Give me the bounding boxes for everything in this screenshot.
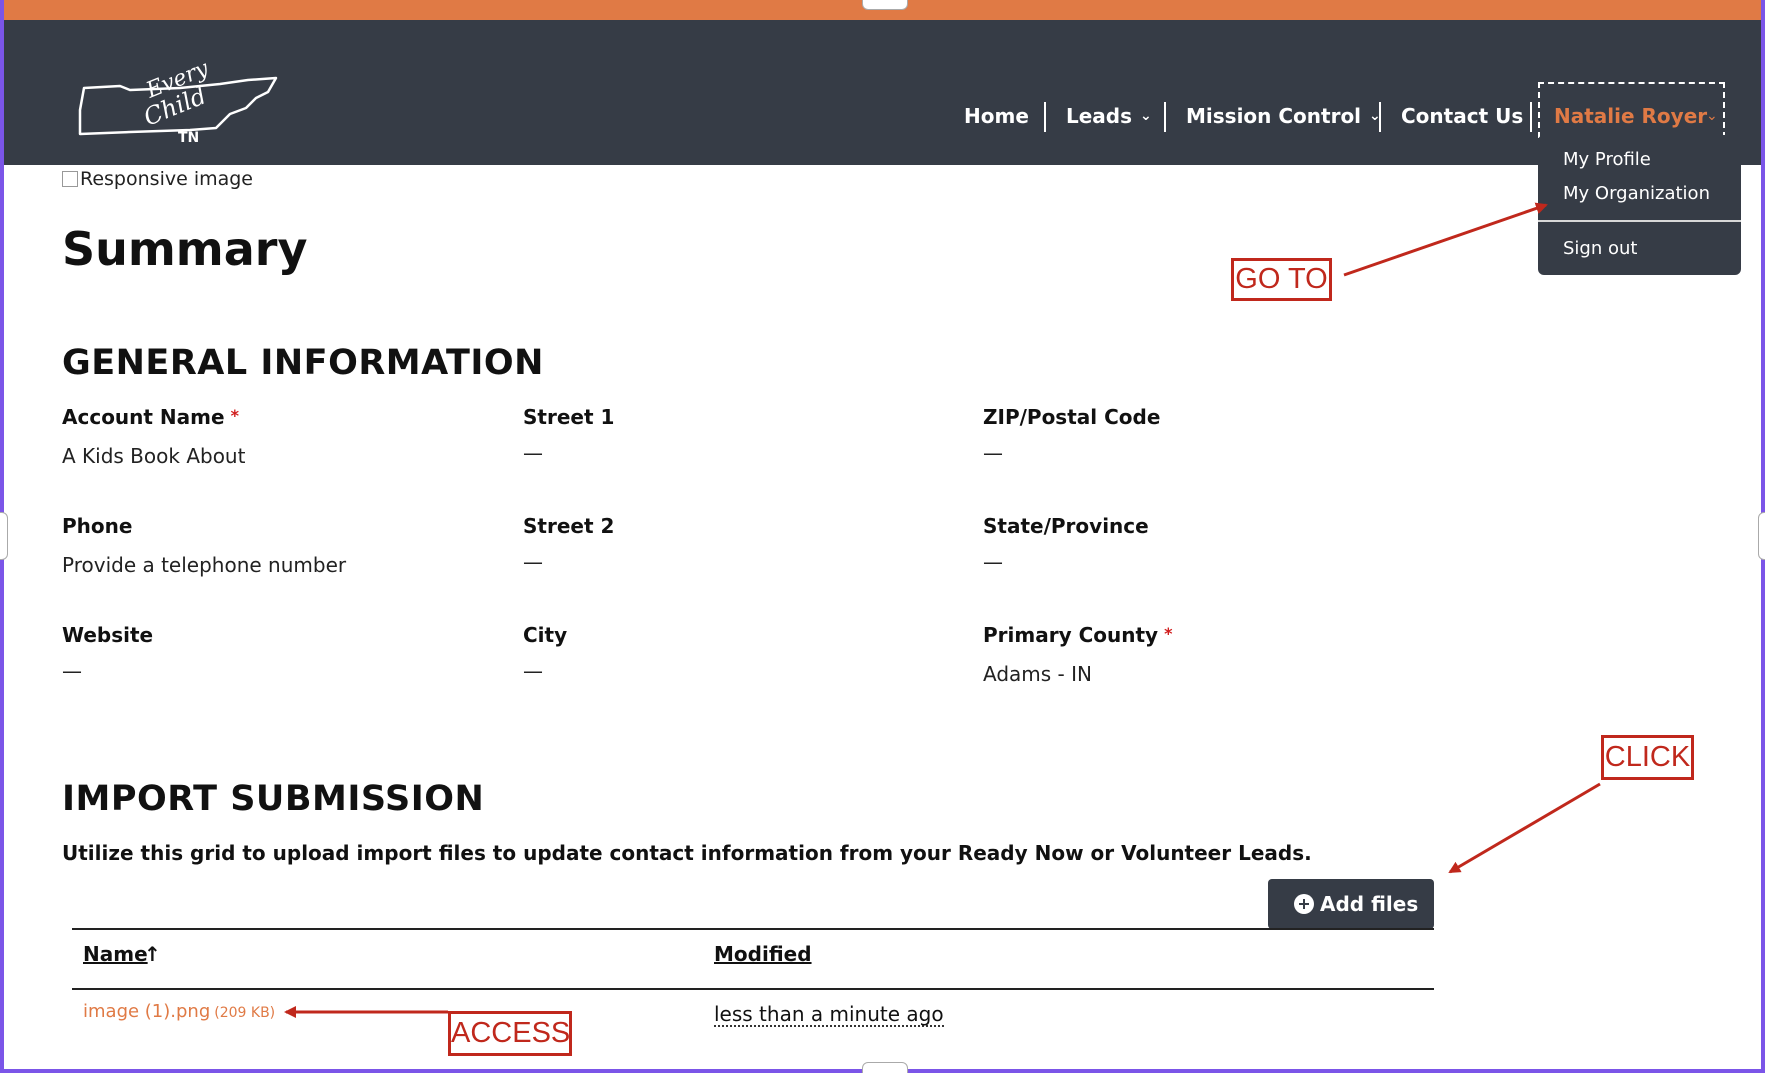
file-size: (209 KB) (214, 1005, 276, 1021)
primary-county-label: Primary County * (983, 623, 1172, 647)
annotation-click: CLICK (1601, 735, 1694, 780)
required-marker: * (230, 406, 239, 425)
menu-item-my-organization[interactable]: My Organization (1563, 183, 1710, 204)
website-value: — (62, 659, 82, 683)
column-header-name[interactable]: Name (83, 942, 148, 966)
primary-county-label-text: Primary County (983, 623, 1159, 647)
responsive-image-alt: Responsive image (80, 168, 253, 190)
resize-handle-left[interactable] (0, 512, 8, 560)
add-files-button[interactable]: Add files (1268, 879, 1434, 929)
street1-value: — (523, 441, 543, 465)
phone-value: Provide a telephone number (62, 553, 347, 577)
main-nav: Home Leads ⌄ Mission Control ⌄ Contact Us … (4, 82, 1761, 152)
required-marker: * (1164, 624, 1173, 643)
go-to-arrow (1343, 202, 1548, 277)
column-header-modified[interactable]: Modified (714, 942, 812, 966)
user-name: Natalie Royer (1554, 104, 1708, 128)
modified-timestamp: less than a minute ago (714, 1002, 944, 1027)
menu-item-my-profile[interactable]: My Profile (1563, 149, 1651, 170)
nav-divider (1379, 102, 1381, 132)
website-label: Website (62, 623, 154, 647)
general-information-heading: GENERAL INFORMATION (62, 343, 544, 383)
nav-mission-control-label: Mission Control (1186, 104, 1362, 128)
user-dropdown-menu: My Profile My Organization Sign out (1538, 135, 1741, 275)
street2-label: Street 2 (523, 514, 615, 538)
page-title: Summary (62, 222, 308, 276)
state-label: State/Province (983, 514, 1149, 538)
resize-handle-right[interactable] (1758, 512, 1765, 560)
nav-contact-us[interactable]: Contact Us (1401, 104, 1523, 128)
add-files-label: Add files (1320, 892, 1419, 916)
menu-item-sign-out[interactable]: Sign out (1563, 238, 1637, 259)
account-name-value: A Kids Book About (62, 444, 246, 468)
click-arrow (1448, 782, 1601, 874)
city-label: City (523, 623, 568, 647)
menu-divider (1538, 220, 1741, 222)
account-name-label-text: Account Name (62, 405, 225, 429)
sort-ascending-icon[interactable]: ↑ (144, 942, 161, 966)
phone-label: Phone (62, 514, 133, 538)
file-name: image (1).png (83, 1001, 211, 1022)
street2-value: — (523, 550, 543, 574)
caret-down-icon: ⌄ (1706, 108, 1718, 124)
nav-divider (1044, 102, 1046, 132)
nav-mission-control[interactable]: Mission Control ⌄ (1186, 104, 1381, 128)
nav-home-label: Home (964, 104, 1029, 128)
primary-county-value: Adams - IN (983, 662, 1092, 686)
account-name-label: Account Name * (62, 405, 239, 429)
site-header: Every Child TN Home Leads ⌄ Mission Contr… (4, 20, 1761, 165)
responsive-image: Responsive image (62, 168, 253, 190)
nav-leads-label: Leads (1066, 104, 1133, 128)
resize-handle-bottom[interactable] (862, 1062, 908, 1073)
annotation-access: ACCESS (448, 1011, 572, 1056)
import-submission-description: Utilize this grid to upload import files… (62, 841, 1312, 865)
state-value: — (983, 550, 1003, 574)
caret-down-icon: ⌄ (1140, 108, 1152, 124)
nav-divider (1164, 102, 1166, 132)
street1-label: Street 1 (523, 405, 615, 429)
city-value: — (523, 659, 543, 683)
nav-home[interactable]: Home (964, 104, 1029, 128)
resize-handle-top[interactable] (862, 0, 908, 10)
nav-divider (1530, 102, 1532, 132)
nav-leads[interactable]: Leads ⌄ (1066, 104, 1152, 128)
grid-top-border (72, 928, 1434, 930)
broken-image-icon (62, 171, 78, 187)
zip-label: ZIP/Postal Code (983, 405, 1161, 429)
file-link[interactable]: image (1).png (209 KB) (83, 1001, 275, 1022)
annotation-go-to: GO TO (1231, 258, 1332, 301)
grid-header-border (72, 988, 1434, 990)
plus-circle-icon (1294, 894, 1314, 914)
zip-value: — (983, 441, 1003, 465)
import-submission-heading: IMPORT SUBMISSION (62, 779, 485, 819)
nav-contact-us-label: Contact Us (1401, 104, 1524, 128)
